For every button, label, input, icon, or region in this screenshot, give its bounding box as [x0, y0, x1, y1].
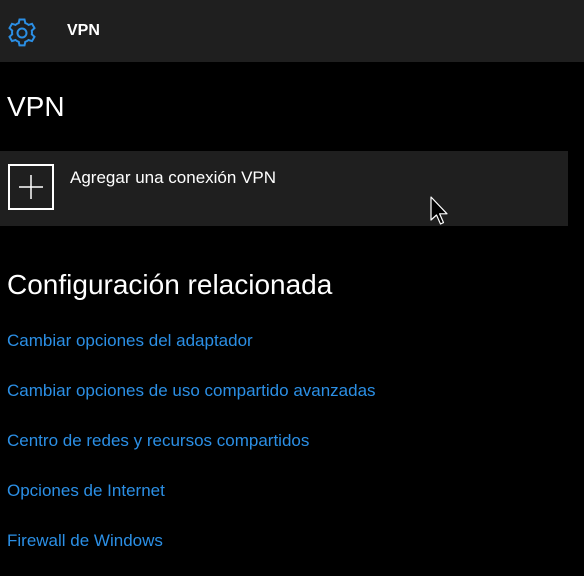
related-settings-heading: Configuración relacionada [7, 269, 333, 300]
link-internet-options[interactable]: Opciones de Internet [7, 481, 165, 501]
link-change-adapter-options[interactable]: Cambiar opciones del adaptador [7, 331, 253, 351]
mouse-pointer-icon [430, 196, 450, 228]
link-network-sharing-center[interactable]: Centro de redes y recursos compartidos [7, 431, 309, 451]
link-advanced-sharing-options[interactable]: Cambiar opciones de uso compartido avanz… [7, 381, 376, 401]
title-bar: VPN [0, 0, 584, 62]
add-vpn-connection-button[interactable]: Agregar una conexión VPN [0, 151, 568, 226]
page-title: VPN [7, 91, 65, 122]
plus-icon [8, 164, 54, 210]
link-windows-firewall[interactable]: Firewall de Windows [7, 531, 163, 551]
gear-icon[interactable] [4, 15, 40, 51]
add-vpn-connection-label: Agregar una conexión VPN [70, 168, 277, 187]
window-title: VPN [67, 22, 100, 39]
